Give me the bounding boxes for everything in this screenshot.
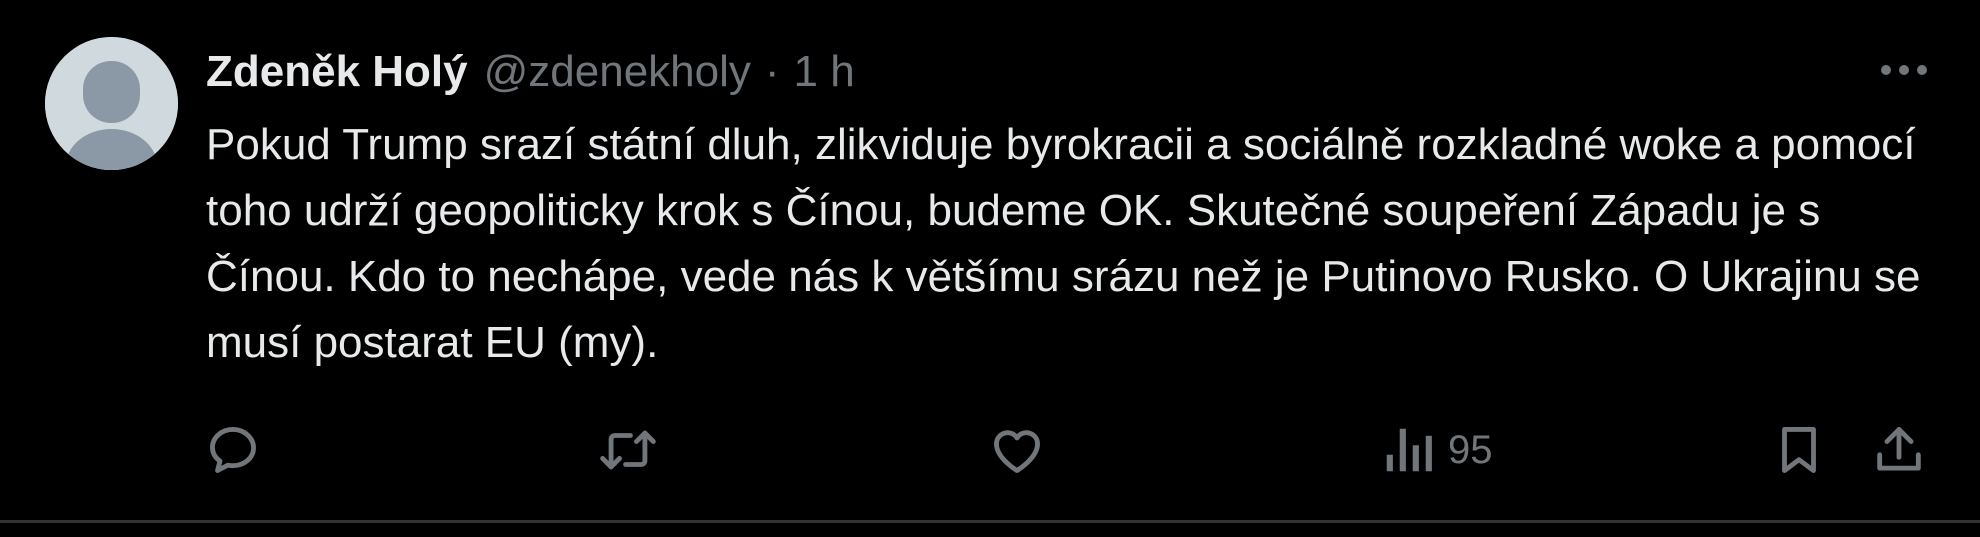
tweet-actions: 95 <box>0 420 1980 480</box>
bookmark-button[interactable] <box>1770 420 1828 480</box>
like-button[interactable] <box>988 420 1046 480</box>
more-options-button[interactable] <box>1876 48 1932 92</box>
retweet-icon <box>600 430 656 470</box>
tweet-timestamp[interactable]: 1 h <box>794 44 855 100</box>
retweet-button[interactable] <box>596 420 660 480</box>
avatar[interactable] <box>45 37 178 170</box>
share-button[interactable] <box>1870 420 1928 480</box>
more-icon <box>1881 65 1927 75</box>
share-icon <box>1877 427 1921 471</box>
views-count: 95 <box>1448 427 1493 472</box>
author-name[interactable]: Zdeněk Holý <box>206 44 468 100</box>
bookmark-icon <box>1782 427 1816 473</box>
author-handle[interactable]: @zdenekholy <box>484 44 751 100</box>
reply-icon <box>210 427 256 473</box>
header-separator: · <box>764 47 780 96</box>
views-button[interactable]: 95 <box>1382 420 1493 480</box>
reply-button[interactable] <box>204 420 262 480</box>
tweet-divider <box>0 520 1980 523</box>
like-icon <box>994 430 1040 473</box>
default-profile-icon <box>45 37 178 170</box>
tweet[interactable]: Zdeněk Holý @zdenekholy · 1 h Pokud Trum… <box>0 0 1980 520</box>
views-icon <box>1386 428 1432 472</box>
tweet-text: Pokud Trump srazí státní dluh, zlikviduj… <box>206 120 1921 367</box>
tweet-header: Zdeněk Holý @zdenekholy · 1 h <box>206 44 855 100</box>
